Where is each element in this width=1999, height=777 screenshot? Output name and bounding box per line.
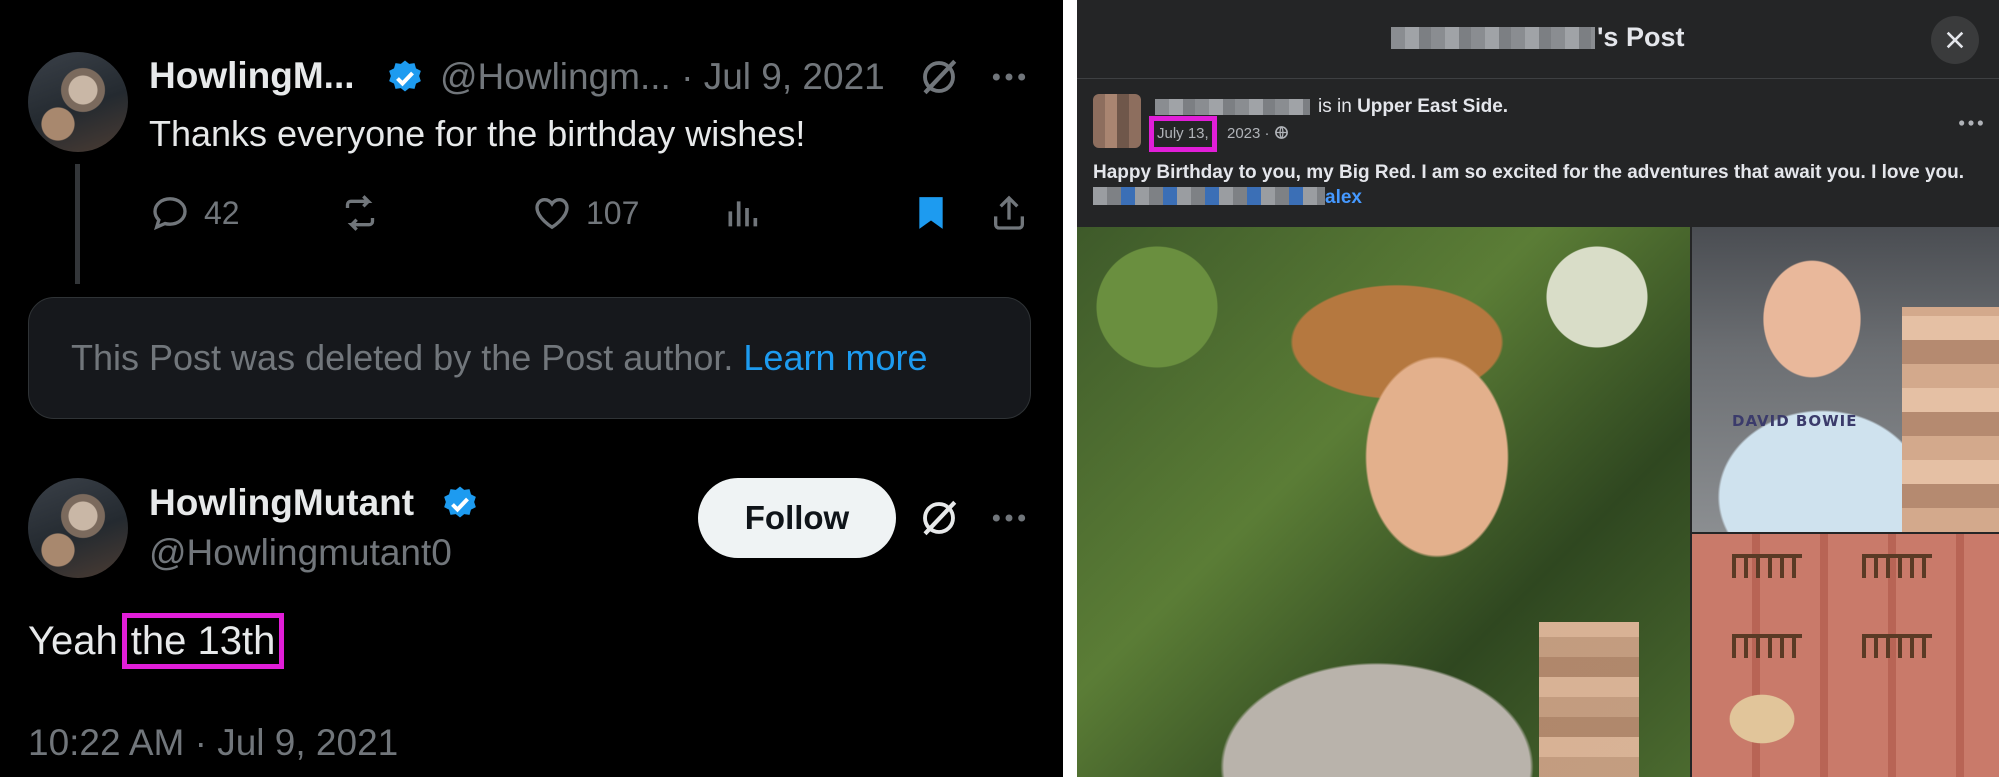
post-text: Happy Birthday to you, my Big Red. I am … [1093, 162, 1965, 183]
reply-button[interactable]: 42 [150, 193, 240, 233]
reply-count: 42 [204, 194, 240, 231]
views-button[interactable] [722, 193, 762, 233]
redacted-name [1155, 99, 1310, 115]
more-icon[interactable] [990, 62, 1028, 92]
balcony [1862, 634, 1932, 658]
grok-icon[interactable] [918, 56, 960, 98]
display-name[interactable]: HowlingM... [149, 55, 355, 97]
facebook-panel: 's Post is in Upper East Side. July 13, … [1077, 0, 1999, 777]
thread-line [75, 164, 80, 284]
follow-button[interactable]: Follow [698, 478, 896, 558]
highlighted-date-text: the 13th [121, 613, 285, 669]
panel-divider [1063, 0, 1077, 777]
post-photo[interactable] [1077, 227, 1690, 777]
share-button[interactable] [989, 193, 1029, 233]
tweet-timestamp[interactable]: 10:22 AM · Jul 9, 2021 [28, 722, 398, 764]
shirt-print-text: DAVID BOWIE [1732, 412, 1858, 430]
avatar[interactable] [28, 52, 128, 152]
views-icon [728, 201, 758, 227]
bookmark-button[interactable] [911, 193, 951, 233]
pixelated-face [1902, 307, 1999, 532]
like-icon [535, 197, 569, 230]
globe-icon [1274, 126, 1288, 139]
redacted-tag [1093, 187, 1325, 205]
avatar[interactable] [28, 478, 128, 578]
tweet-text: Yeah the 13th [28, 613, 285, 669]
like-button[interactable]: 107 [532, 193, 639, 233]
post-body: Happy Birthday to you, my Big Red. I am … [1093, 160, 1983, 210]
close-button[interactable] [1931, 16, 1979, 64]
learn-more-link[interactable]: Learn more [743, 337, 927, 378]
repost-icon [345, 195, 375, 231]
twitter-panel: HowlingM... @Howlingm... · Jul 9, 2021 T… [0, 0, 1063, 777]
handle[interactable]: @Howlingmutant0 [149, 532, 452, 574]
close-icon [1946, 31, 1964, 49]
deleted-notice-text: This Post was deleted by the Post author… [71, 337, 734, 378]
like-count: 107 [586, 194, 640, 231]
handle-date[interactable]: @Howlingm... · Jul 9, 2021 [440, 56, 885, 98]
pixelated-face [1539, 622, 1639, 777]
post-header: 's Post [1077, 0, 1999, 79]
redacted-name [1391, 27, 1595, 49]
repost-button[interactable] [340, 193, 380, 233]
verified-badge-icon [444, 486, 476, 518]
location-link[interactable]: Upper East Side. [1357, 96, 1508, 117]
tweet-text-prefix: Yeah [28, 619, 118, 663]
post-date-highlight[interactable]: July 13, [1149, 116, 1217, 152]
post-photo[interactable] [1692, 534, 1999, 777]
avatar[interactable] [1093, 94, 1141, 148]
grok-icon[interactable] [918, 497, 960, 539]
location-prefix: is in [1318, 96, 1352, 117]
reply-icon [153, 197, 187, 231]
display-name[interactable]: HowlingMutant [149, 482, 414, 524]
share-icon [994, 195, 1024, 230]
balcony [1862, 554, 1932, 578]
more-icon[interactable] [1957, 116, 1985, 130]
tagged-user-link[interactable]: alex [1325, 187, 1362, 208]
verified-badge-icon [389, 60, 421, 92]
tweet-text: Thanks everyone for the birthday wishes! [149, 113, 806, 154]
post-date-year[interactable]: 2023 · [1227, 125, 1270, 142]
balcony [1732, 554, 1802, 578]
post-title: 's Post [1597, 22, 1685, 52]
deleted-post-notice: This Post was deleted by the Post author… [28, 297, 1031, 419]
bookmark-icon [919, 197, 943, 229]
post-photo[interactable]: DAVID BOWIE [1692, 227, 1999, 532]
more-icon[interactable] [990, 503, 1028, 533]
balcony [1732, 634, 1802, 658]
